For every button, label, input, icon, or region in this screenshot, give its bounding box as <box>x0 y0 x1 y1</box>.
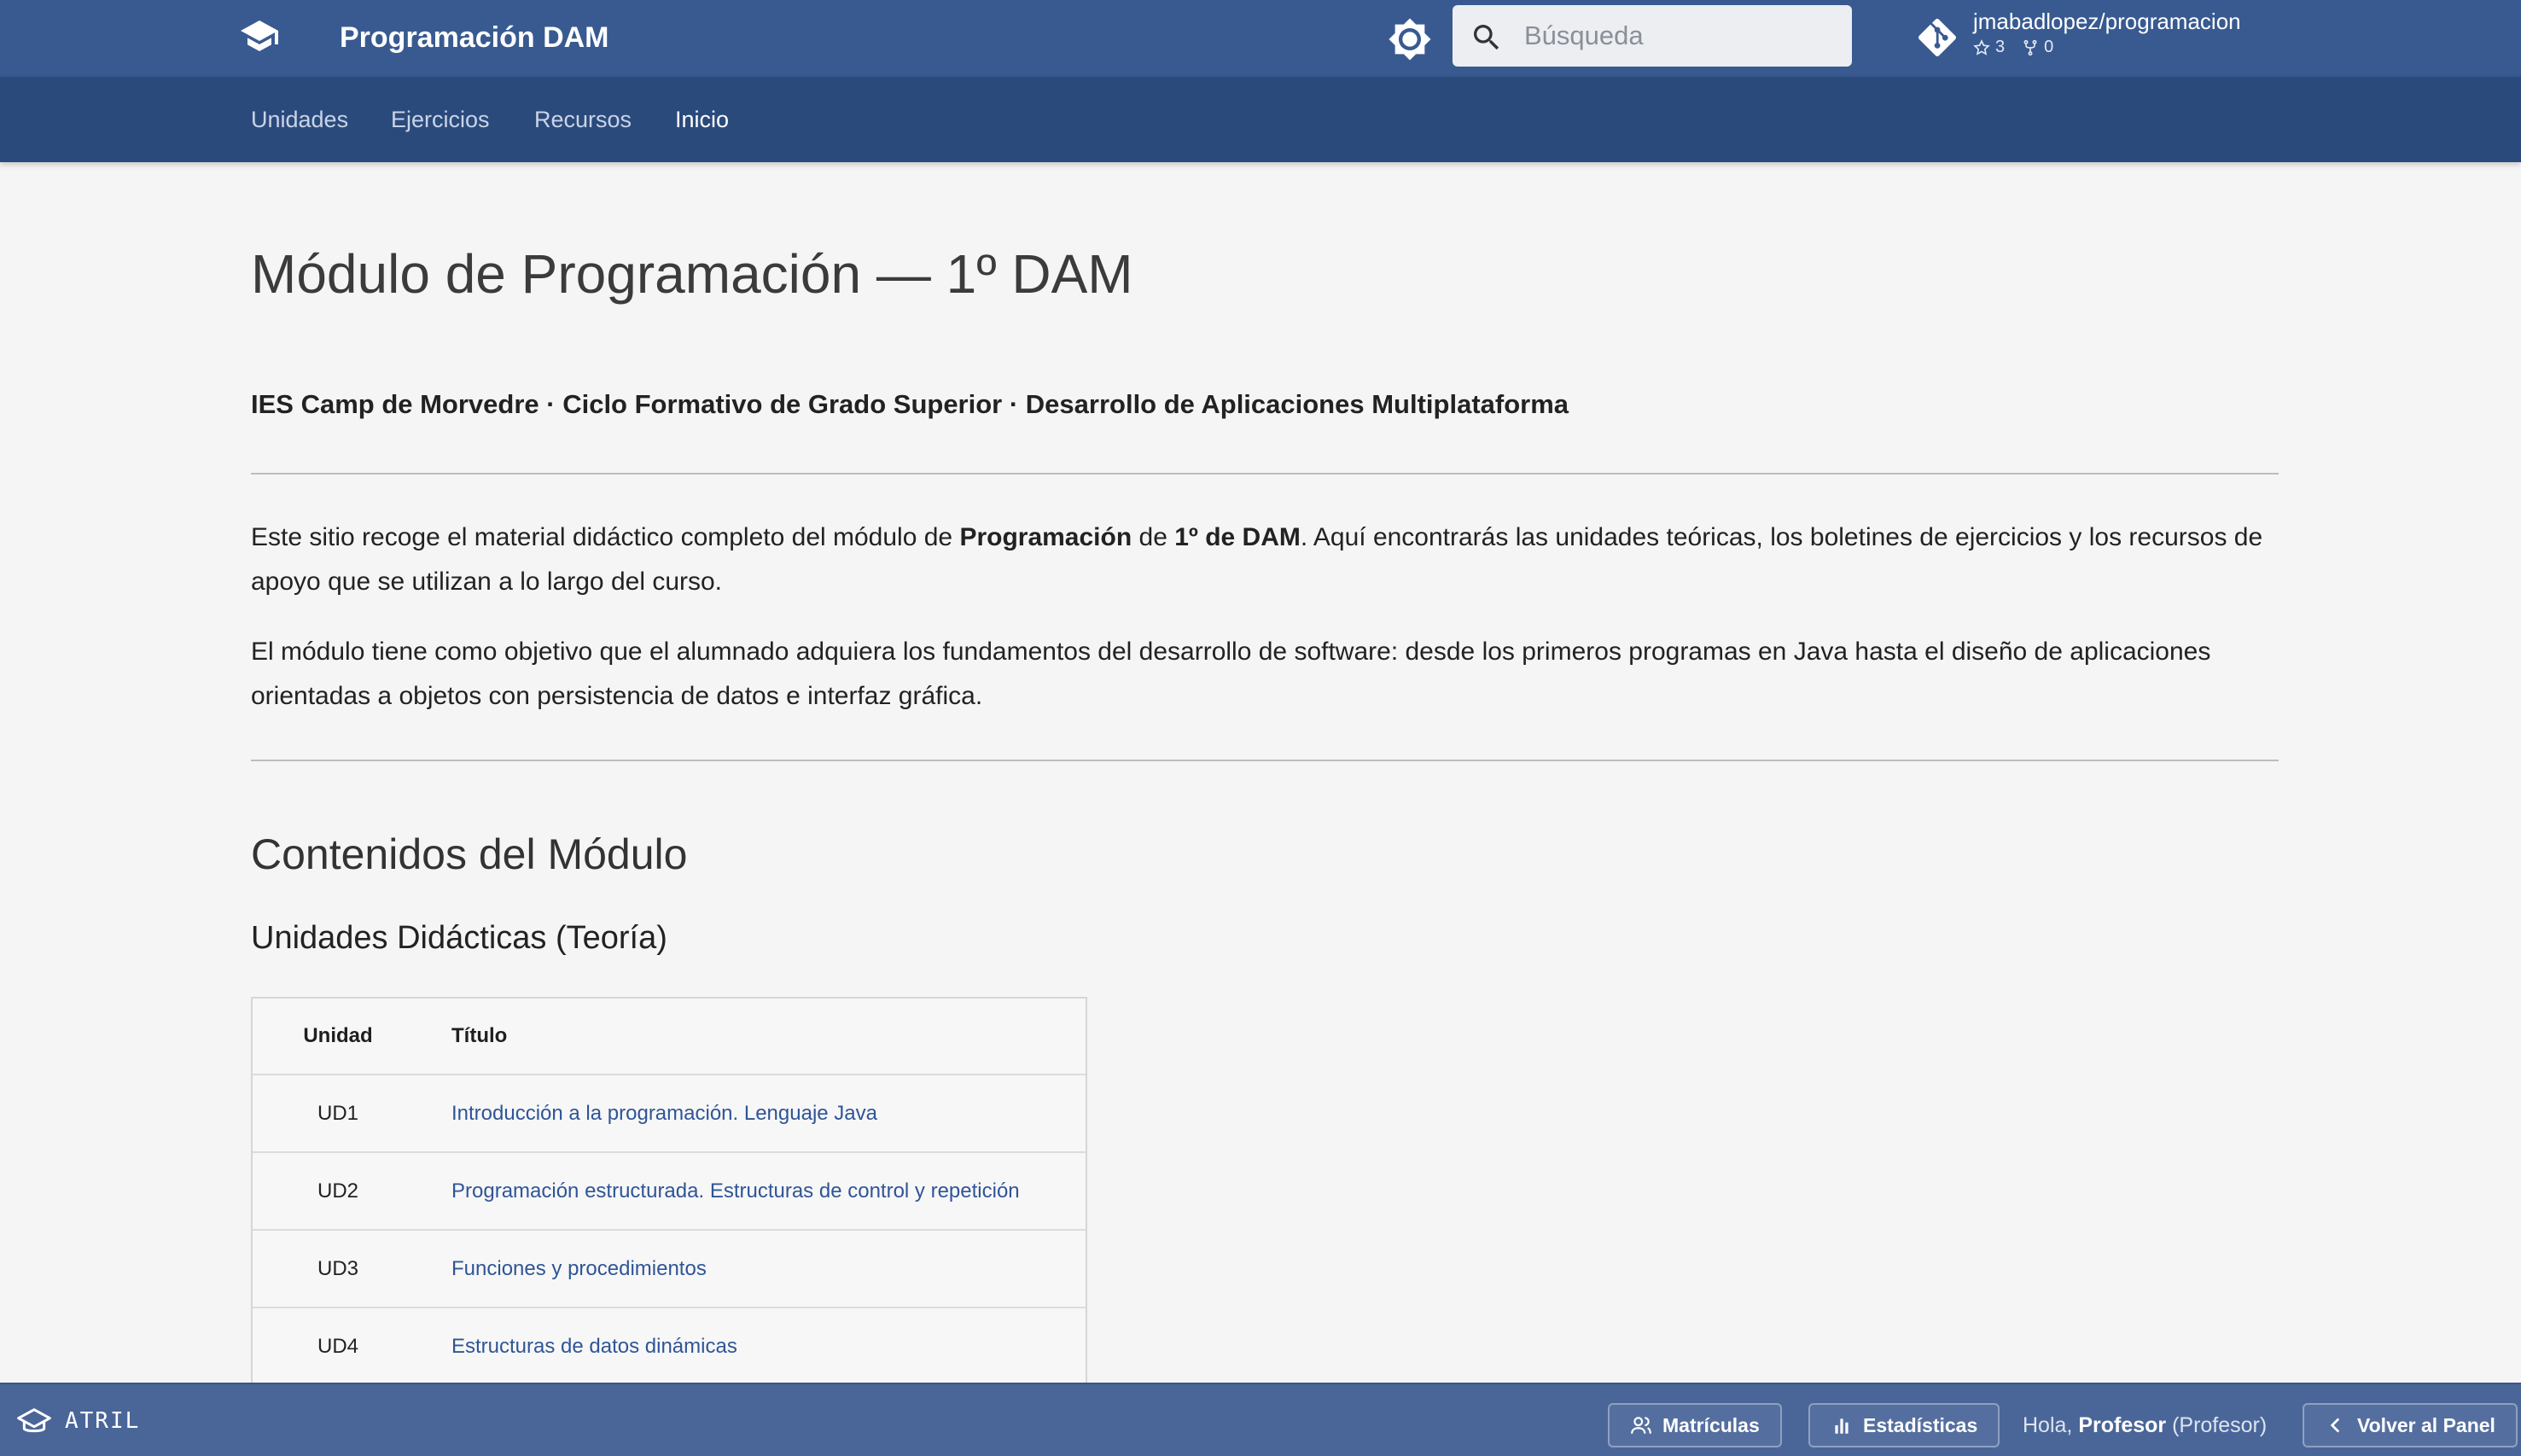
site-header: Programación DAM jmabadlopez/programacio… <box>0 0 2521 77</box>
bar-chart-icon <box>1835 1418 1849 1434</box>
unit-link[interactable]: Funciones y procedimientos <box>451 1257 707 1281</box>
unit-code: UD3 <box>317 1256 358 1280</box>
greeting-text: Hola, <box>2023 1413 2079 1437</box>
repository-link[interactable]: jmabadlopez/programacion 3 0 <box>1918 7 2277 63</box>
column-header-title: Título <box>451 1024 508 1047</box>
site-title[interactable]: Programación DAM <box>340 17 609 58</box>
units-table: Unidad Título UD1 Introducción a la prog… <box>251 997 1087 1386</box>
graduation-cap-icon[interactable] <box>234 15 285 56</box>
objective-paragraph: El módulo tiene como objetivo que el alu… <box>251 638 2211 710</box>
tab-ejercicios[interactable]: Ejercicios <box>391 102 490 137</box>
table-row: UD3 Funciones y procedimientos <box>253 1231 1086 1308</box>
user-name: Profesor <box>2078 1413 2167 1437</box>
intro-emphasis-course: 1º de DAM <box>1174 523 1301 551</box>
unit-code: UD1 <box>317 1101 358 1125</box>
back-to-panel-button[interactable]: Volver al Panel <box>2303 1403 2518 1447</box>
tab-unidades[interactable]: Unidades <box>251 102 348 137</box>
user-role: (Profesor) <box>2166 1413 2268 1437</box>
tab-recursos[interactable]: Recursos <box>534 102 632 137</box>
units-heading: Unidades Didácticas (Teoría) <box>251 920 667 956</box>
star-icon <box>1973 38 1990 55</box>
table-row: UD1 Introducción a la programación. Leng… <box>253 1075 1086 1153</box>
page-title: Módulo de Programación — 1º DAM <box>251 243 1133 305</box>
chevron-left-icon <box>2330 1418 2340 1433</box>
unit-link[interactable]: Programación estructurada. Estructuras d… <box>451 1179 1020 1203</box>
search-icon <box>1474 25 1499 50</box>
forks-count: 0 <box>2044 38 2054 56</box>
enrollments-button[interactable]: Matrículas <box>1608 1403 1782 1447</box>
intro-paragraph: Este sitio recoge el material didáctico … <box>251 515 2279 604</box>
enrollments-label: Matrículas <box>1662 1413 1760 1436</box>
column-header-unit: Unidad <box>303 1024 373 1047</box>
table-row: UD4 Estructuras de datos dinámicas <box>253 1308 1086 1386</box>
statistics-button[interactable]: Estadísticas <box>1808 1403 2000 1447</box>
contents-heading: Contenidos del Módulo <box>251 830 688 878</box>
search-box[interactable] <box>1453 5 1852 67</box>
intro-text: Este sitio recoge el material didáctico … <box>251 523 960 551</box>
repo-forks: 0 <box>2022 38 2053 57</box>
brand-label: ATRIL <box>65 1408 141 1434</box>
stars-count: 3 <box>1995 38 2006 56</box>
intro-text: de <box>1132 523 1175 551</box>
tab-inicio[interactable]: Inicio <box>675 102 729 137</box>
brand[interactable]: ATRIL <box>17 1403 140 1439</box>
unit-link[interactable]: Estructuras de datos dinámicas <box>451 1335 737 1359</box>
repo-stats: 3 0 <box>1973 38 2053 57</box>
fork-icon <box>2023 39 2037 55</box>
unit-code: UD4 <box>317 1334 358 1358</box>
graduation-cap-icon <box>17 1408 51 1433</box>
unit-link[interactable]: Introducción a la programación. Lenguaje… <box>451 1102 877 1126</box>
user-greeting: Hola, Profesor (Profesor) <box>2023 1403 2267 1447</box>
page-subtitle: IES Camp de Morvedre · Ciclo Formativo d… <box>251 389 1569 419</box>
unit-code: UD2 <box>317 1179 358 1203</box>
git-icon <box>1918 19 1956 56</box>
statistics-label: Estadísticas <box>1863 1413 1978 1436</box>
search-input[interactable] <box>1524 5 1840 67</box>
divider <box>251 473 2279 475</box>
table-row: UD2 Programación estructurada. Estructur… <box>253 1153 1086 1231</box>
brightness-icon[interactable] <box>1388 17 1432 61</box>
repo-name: jmabadlopez/programacion <box>1973 9 2241 34</box>
repo-stars: 3 <box>1973 38 2005 57</box>
divider <box>251 760 2279 761</box>
back-to-panel-label: Volver al Panel <box>2357 1413 2495 1436</box>
users-icon <box>1631 1417 1651 1434</box>
bottom-toolbar: ATRIL Matrículas Estadísticas Hola, Prof… <box>0 1383 2521 1456</box>
table-header-row: Unidad Título <box>253 999 1086 1075</box>
intro-emphasis-module: Programación <box>959 523 1132 551</box>
navigation-tabs: Unidades Ejercicios Recursos Inicio <box>0 77 2521 162</box>
